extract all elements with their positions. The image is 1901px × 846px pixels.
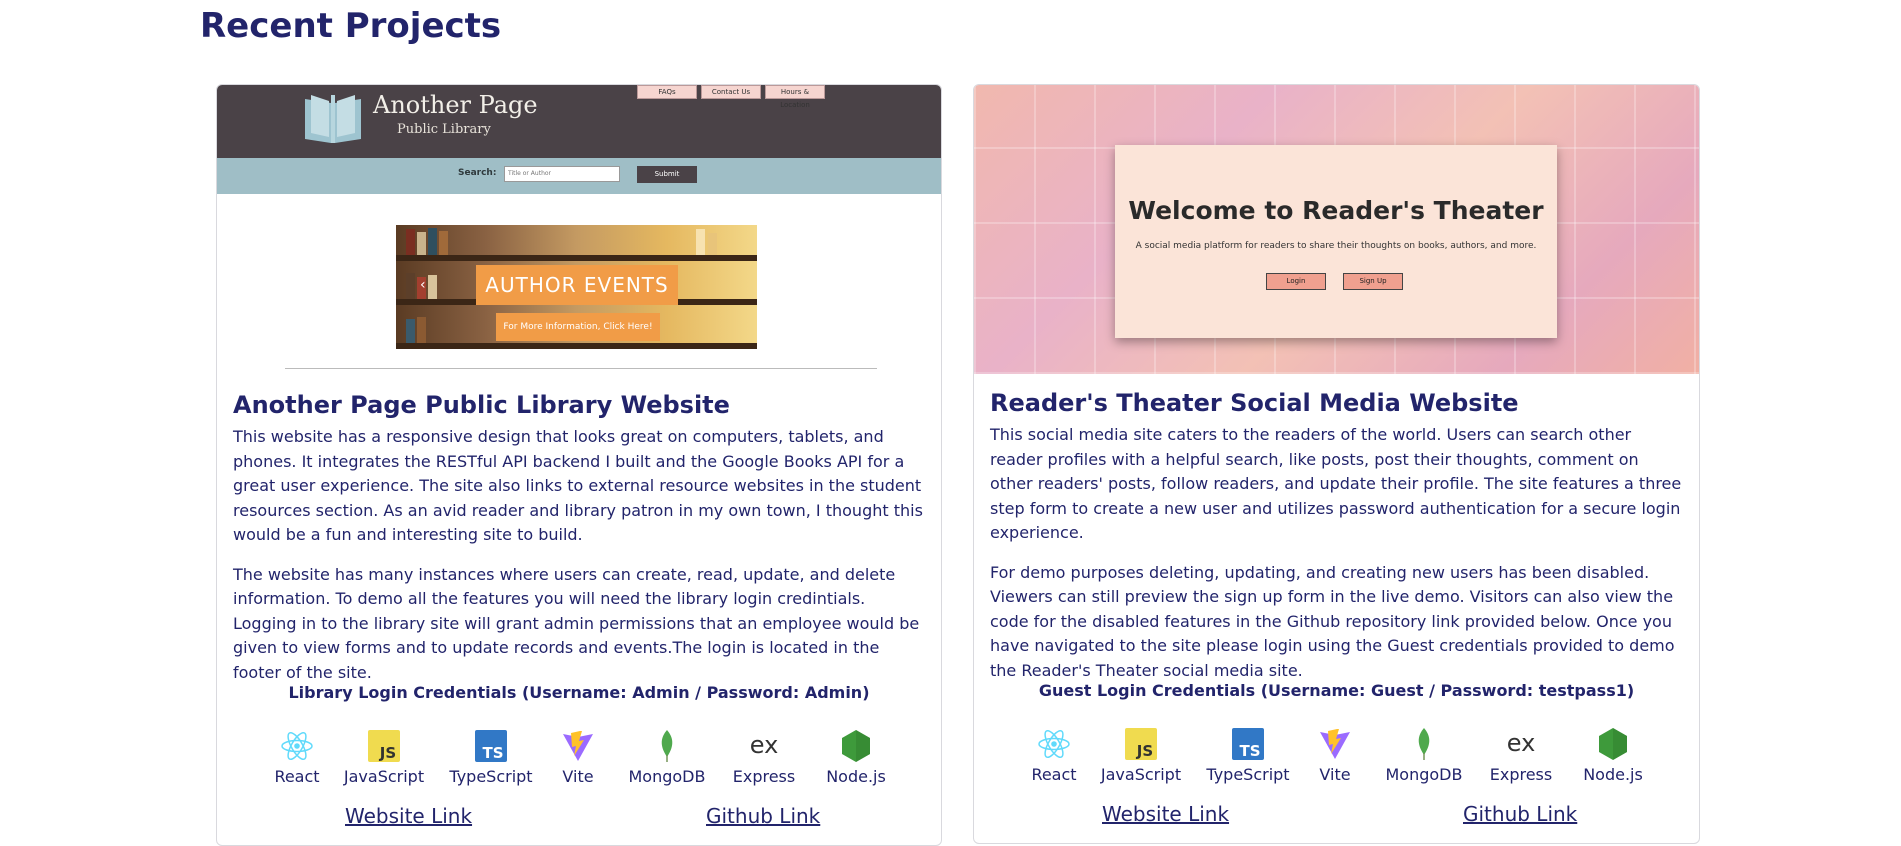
preview-site-name: Another Page: [373, 91, 538, 119]
tech-item-nodejs: Node.js: [811, 729, 901, 786]
tech-label: Express: [1489, 765, 1553, 784]
tech-label: Node.js: [826, 767, 886, 786]
project-description: This website has a responsive design tha…: [233, 427, 923, 544]
preview-search-label: Search:: [458, 168, 497, 178]
project-card-library: Another Page Public Library FAQs Contact…: [216, 84, 942, 846]
project-title: Another Page Public Library Website: [233, 391, 730, 419]
tech-label: JavaScript: [1100, 765, 1182, 784]
project-card-readers-theater: Welcome to Reader's Theater A social med…: [973, 84, 1700, 844]
svg-text:JS: JS: [379, 744, 396, 762]
react-icon: [281, 731, 313, 761]
tech-item-vite: Vite: [1290, 727, 1380, 784]
tech-stack: React JS JavaScript TS TypeScript Vite M…: [217, 729, 941, 789]
tech-label: Express: [732, 767, 796, 786]
tech-label: MongoDB: [1385, 765, 1463, 784]
nodejs-icon: [1599, 728, 1627, 760]
tech-label: Vite: [562, 767, 594, 786]
preview-tab-hours: Hours & Location: [765, 85, 825, 109]
svg-text:TS: TS: [482, 744, 503, 762]
vite-icon: [1320, 729, 1350, 759]
tech-stack: React JS JavaScript TS TypeScript Vite M…: [974, 727, 1699, 787]
tech-label: Node.js: [1583, 765, 1643, 784]
preview-welcome-description: A social media platform for readers to s…: [1135, 241, 1537, 251]
preview-site-subtitle: Public Library: [397, 122, 491, 137]
tech-label: React: [274, 767, 320, 786]
banner-prev-arrow-icon: ‹: [420, 277, 426, 293]
preview-divider: [285, 368, 877, 369]
login-credentials: Library Login Credentials (Username: Adm…: [288, 683, 870, 702]
svg-text:ex: ex: [1507, 729, 1536, 757]
svg-text:JS: JS: [1136, 742, 1153, 760]
svg-text:ex: ex: [750, 731, 779, 759]
javascript-icon: JS: [368, 730, 400, 762]
project-title: Reader's Theater Social Media Website: [990, 389, 1519, 417]
tech-item-express: ex Express: [1476, 727, 1566, 784]
github-link[interactable]: Github Link: [1463, 802, 1577, 826]
react-icon: [1038, 729, 1070, 759]
tech-item-mongodb: MongoDB: [622, 729, 712, 786]
preview-welcome-heading: Welcome to Reader's Theater: [1128, 196, 1544, 225]
preview-search-input: Title or Author: [504, 166, 620, 182]
tech-item-mongodb: MongoDB: [1379, 727, 1469, 784]
mongodb-icon: [661, 730, 673, 762]
tech-item-typescript: TS TypeScript: [1203, 727, 1293, 784]
preview-login-button: Login: [1266, 273, 1326, 290]
tech-item-typescript: TS TypeScript: [446, 729, 536, 786]
vite-icon: [563, 731, 593, 761]
tech-item-react: React: [252, 729, 342, 786]
project-preview-image[interactable]: Another Page Public Library FAQs Contact…: [217, 85, 941, 379]
tech-label: MongoDB: [628, 767, 706, 786]
tech-item-express: ex Express: [719, 729, 809, 786]
nodejs-icon: [842, 730, 870, 762]
login-credentials: Guest Login Credentials (Username: Guest…: [1038, 681, 1635, 700]
preview-signup-button: Sign Up: [1343, 273, 1403, 290]
preview-search-bar: Search: Title or Author Submit: [217, 158, 941, 194]
svg-text:TS: TS: [1239, 742, 1260, 760]
project-description: For demo purposes deleting, updating, an…: [990, 562, 1675, 680]
tech-label: TypeScript: [1206, 765, 1290, 784]
tech-label: TypeScript: [449, 767, 533, 786]
mongodb-icon: [1418, 728, 1430, 760]
preview-banner: ‹ AUTHOR EVENTS For More Information, Cl…: [396, 225, 757, 349]
express-icon: ex: [750, 731, 779, 759]
tech-item-vite: Vite: [533, 729, 623, 786]
tech-item-javascript: JS JavaScript: [339, 729, 429, 786]
project-card-body: Reader's Theater Social Media Website Th…: [990, 389, 1683, 683]
project-card-body: Another Page Public Library Website This…: [233, 391, 925, 685]
tech-label: JavaScript: [343, 767, 425, 786]
tech-item-react: React: [1009, 727, 1099, 784]
project-description: The website has many instances where use…: [233, 564, 920, 682]
website-link[interactable]: Website Link: [345, 804, 472, 828]
book-logo-icon: [305, 95, 361, 143]
tech-item-nodejs: Node.js: [1568, 727, 1658, 784]
github-link[interactable]: Github Link: [706, 804, 820, 828]
express-icon: ex: [1507, 729, 1536, 757]
preview-tab-contact: Contact Us: [701, 85, 761, 99]
project-preview-image[interactable]: Welcome to Reader's Theater A social med…: [974, 85, 1699, 374]
project-description: This social media site caters to the rea…: [990, 425, 1682, 542]
typescript-icon: TS: [1232, 728, 1264, 760]
preview-welcome-modal: Welcome to Reader's Theater A social med…: [1115, 145, 1557, 338]
preview-tab-faqs: FAQs: [637, 85, 697, 99]
javascript-icon: JS: [1125, 728, 1157, 760]
preview-submit-button: Submit: [637, 166, 697, 183]
typescript-icon: TS: [475, 730, 507, 762]
preview-header: Another Page Public Library FAQs Contact…: [217, 85, 941, 158]
section-title: Recent Projects: [200, 6, 502, 46]
preview-banner-title: AUTHOR EVENTS: [476, 265, 678, 305]
preview-banner-subtitle: For More Information, Click Here!: [496, 313, 660, 341]
tech-label: Vite: [1319, 765, 1351, 784]
tech-label: React: [1031, 765, 1077, 784]
tech-item-javascript: JS JavaScript: [1096, 727, 1186, 784]
website-link[interactable]: Website Link: [1102, 802, 1229, 826]
